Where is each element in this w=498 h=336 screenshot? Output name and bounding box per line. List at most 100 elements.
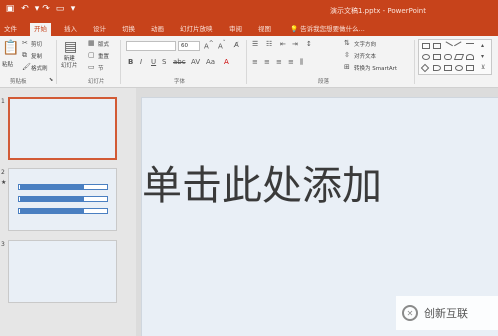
rectangle-shape-icon[interactable] bbox=[422, 43, 430, 49]
slides-group-label: 幻灯片 bbox=[88, 79, 105, 85]
new-slide-button[interactable]: 新建 幻灯片 bbox=[61, 56, 78, 70]
font-size-value: 60 bbox=[181, 43, 188, 49]
more-shapes-icon[interactable]: ⊻ bbox=[481, 64, 485, 71]
new-slide-icon[interactable]: ▤ bbox=[64, 39, 77, 55]
bold-icon[interactable]: B bbox=[128, 58, 133, 66]
group-divider bbox=[414, 40, 415, 84]
tell-me-text: 告诉我您想要做什么... bbox=[300, 25, 365, 33]
oval-shape-icon[interactable] bbox=[422, 54, 430, 60]
star-shape-icon[interactable] bbox=[444, 65, 452, 71]
diamond-shape-icon[interactable] bbox=[420, 63, 430, 73]
arrow-shape-icon[interactable] bbox=[466, 43, 474, 49]
align-center-icon[interactable]: ≡ bbox=[264, 58, 270, 66]
cut-button[interactable]: 剪切 bbox=[31, 40, 42, 48]
customize-icon[interactable]: ▾ bbox=[67, 3, 79, 15]
group-divider bbox=[120, 40, 121, 84]
redo-icon[interactable]: ↷ bbox=[40, 3, 52, 15]
font-group-label: 字体 bbox=[174, 79, 186, 85]
window-title: 演示文稿1.pptx - PowerPoint bbox=[330, 7, 426, 15]
scroll-down-icon[interactable]: ▾ bbox=[481, 53, 484, 60]
line-shape-icon[interactable] bbox=[454, 41, 464, 51]
rounded-rect-shape-icon[interactable] bbox=[444, 54, 452, 60]
reset-icon: ▢ bbox=[88, 51, 95, 59]
ribbon: 📋 粘贴 ✂ 剪切 ⧉ 复制 🖌 格式刷 剪贴板 ⬊ ▤ 新建 幻灯片 ▦ 版式… bbox=[0, 36, 498, 88]
shrink-font-icon[interactable]: Aˇ bbox=[218, 41, 226, 50]
columns-icon[interactable]: ⫼ bbox=[300, 58, 303, 67]
format-painter-icon: 🖌 bbox=[22, 63, 31, 71]
smartart-button[interactable]: 转换为 SmartArt bbox=[354, 64, 397, 72]
slide-thumbnail-pane[interactable]: 1 2 ★ 3 bbox=[0, 88, 136, 336]
strikethrough-icon[interactable]: abc bbox=[173, 58, 186, 66]
italic-icon[interactable]: I bbox=[140, 58, 142, 66]
spacing-icon[interactable]: AV bbox=[191, 58, 200, 66]
paragraph-group-label: 段落 bbox=[318, 79, 330, 85]
present-icon[interactable]: ▭ bbox=[54, 3, 66, 15]
line-spacing-icon[interactable]: ↕ bbox=[306, 40, 312, 48]
text-direction-button[interactable]: 文字方向 bbox=[354, 40, 376, 48]
arc-shape-icon[interactable] bbox=[466, 54, 474, 60]
increase-indent-icon[interactable]: ⇥ bbox=[292, 40, 298, 48]
decrease-indent-icon[interactable]: ⇤ bbox=[280, 40, 286, 48]
undo-icon[interactable]: ↶ bbox=[19, 3, 31, 15]
ribbon-tabs: 文件 开始 插入 设计 切换 动画 幻灯片放映 审阅 视图 💡 告诉我您想要做什… bbox=[0, 21, 498, 36]
clear-format-icon[interactable]: A̸ bbox=[234, 41, 239, 49]
tab-home[interactable]: 开始 bbox=[30, 23, 51, 36]
line-shape-icon[interactable] bbox=[443, 41, 453, 51]
tab-file[interactable]: 文件 bbox=[4, 23, 17, 36]
slide-number: 3 bbox=[1, 241, 5, 248]
underline-icon[interactable]: U bbox=[151, 58, 156, 66]
tell-me-search[interactable]: 💡 告诉我您想要做什么... bbox=[290, 23, 365, 36]
copy-icon: ⧉ bbox=[22, 51, 27, 59]
slide-thumbnail-1[interactable] bbox=[8, 97, 117, 160]
align-left-icon[interactable]: ≡ bbox=[252, 58, 258, 66]
tab-review[interactable]: 审阅 bbox=[229, 23, 242, 36]
title-bar: ▣ ↶ ▾ ↷ ▭ ▾ 演示文稿1.pptx - PowerPoint bbox=[0, 0, 498, 21]
change-case-icon[interactable]: Aa bbox=[206, 58, 215, 66]
parallelogram-shape-icon[interactable] bbox=[453, 54, 465, 60]
scroll-up-icon[interactable]: ▴ bbox=[481, 42, 484, 49]
shapes-gallery[interactable]: ▴ ▾ ⊻ bbox=[418, 39, 492, 75]
font-name-combo[interactable] bbox=[126, 41, 176, 51]
numbering-icon[interactable]: ☷ bbox=[266, 40, 272, 48]
align-text-button[interactable]: 对齐文本 bbox=[354, 52, 376, 60]
save-icon[interactable]: ▣ bbox=[4, 3, 16, 15]
textbox-shape-icon[interactable] bbox=[433, 43, 441, 49]
curve-shape-icon[interactable] bbox=[433, 65, 441, 71]
tab-slideshow[interactable]: 幻灯片放映 bbox=[180, 23, 213, 36]
reset-button[interactable]: 重置 bbox=[98, 52, 109, 60]
title-placeholder[interactable]: 单击此处添加 bbox=[142, 153, 382, 211]
font-color-icon[interactable]: A bbox=[224, 58, 229, 66]
justify-icon[interactable]: ≡ bbox=[288, 58, 294, 66]
format-painter-button[interactable]: 格式刷 bbox=[31, 64, 48, 72]
clipboard-group-label: 剪贴板 bbox=[10, 79, 27, 85]
rect-shape-icon[interactable] bbox=[433, 54, 441, 60]
slide-thumbnail-3[interactable] bbox=[8, 240, 117, 303]
section-icon: ▭ bbox=[88, 63, 95, 71]
layout-button[interactable]: 版式 bbox=[98, 40, 109, 48]
font-size-combo[interactable]: 60 bbox=[178, 41, 200, 51]
tab-insert[interactable]: 插入 bbox=[64, 23, 77, 36]
tab-view[interactable]: 视图 bbox=[258, 23, 271, 36]
group-divider bbox=[246, 40, 247, 84]
chuangxin-logo-icon: ✕ bbox=[402, 305, 418, 321]
tab-design[interactable]: 设计 bbox=[93, 23, 106, 36]
dialog-launcher-icon[interactable]: ⬊ bbox=[49, 77, 53, 83]
copy-button[interactable]: 复制 bbox=[31, 52, 42, 60]
grow-font-icon[interactable]: A^ bbox=[204, 41, 214, 50]
brace-shape-icon[interactable] bbox=[466, 65, 474, 71]
slide-thumbnail-2[interactable] bbox=[8, 168, 117, 231]
smile-shape-icon[interactable] bbox=[455, 65, 463, 71]
tab-transitions[interactable]: 切换 bbox=[122, 23, 135, 36]
bullet-bar bbox=[20, 208, 84, 214]
layout-icon: ▦ bbox=[88, 39, 95, 47]
tab-animations[interactable]: 动画 bbox=[151, 23, 164, 36]
smartart-icon: ⊞ bbox=[344, 63, 350, 71]
paste-button[interactable]: 粘贴 bbox=[2, 60, 13, 68]
align-right-icon[interactable]: ≡ bbox=[276, 58, 282, 66]
paste-icon[interactable]: 📋 bbox=[2, 40, 19, 56]
align-text-icon: ⇳ bbox=[344, 51, 350, 59]
watermark: ✕ 创新互联 bbox=[396, 296, 498, 330]
section-button[interactable]: 节 bbox=[98, 64, 104, 72]
shadow-icon[interactable]: S bbox=[162, 58, 166, 66]
bullets-icon[interactable]: ☰ bbox=[252, 40, 258, 48]
